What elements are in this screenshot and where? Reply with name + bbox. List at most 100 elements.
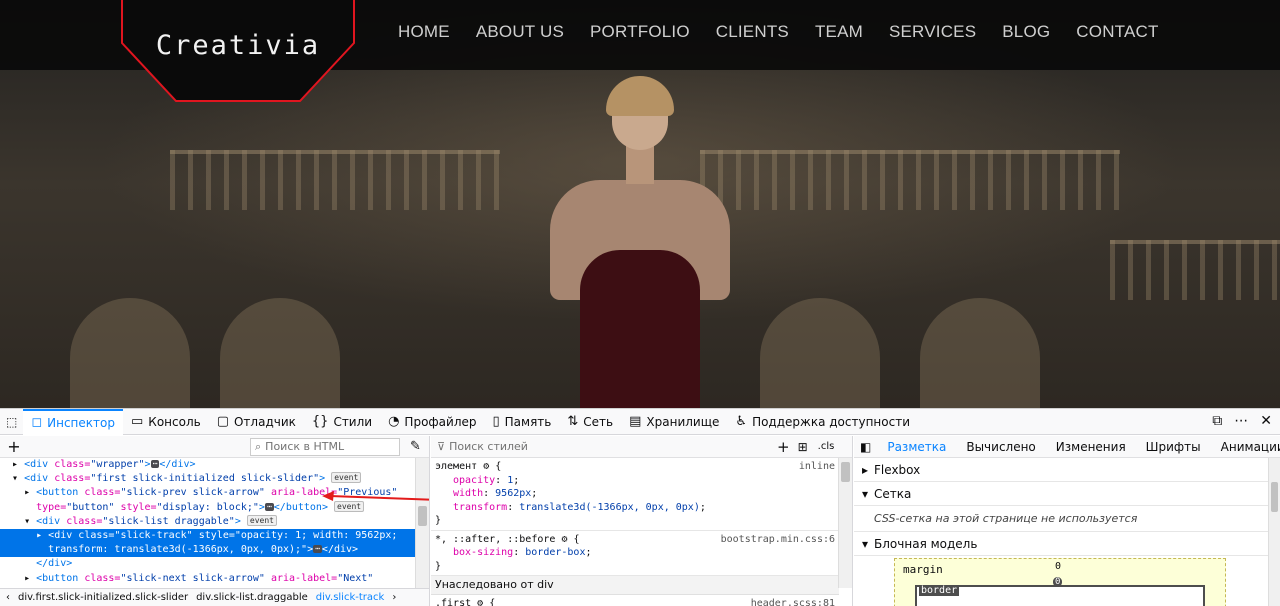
gear-icon[interactable]: ⚙	[477, 598, 483, 606]
accordion-box-model[interactable]: ▾ Блочная модель	[854, 532, 1280, 556]
html-tree[interactable]: ▸ <div class="wrapper"> ⋯ </div> ▾ <div cl…	[0, 458, 416, 588]
nav-home[interactable]: HOME	[385, 20, 463, 42]
tree-node[interactable]: </div>	[0, 557, 416, 571]
eyedropper-icon[interactable]: ✎	[410, 439, 421, 454]
tab-label: Память	[504, 414, 552, 429]
box-model-border[interactable]: border 0	[915, 577, 1205, 606]
tab-accessibility[interactable]: ♿ Поддержка доступности	[727, 409, 918, 435]
tab-debugger[interactable]: ▢ Отладчик	[209, 409, 304, 435]
more-options-icon[interactable]: ⋯	[1234, 413, 1248, 429]
balcony-railing	[700, 150, 1120, 210]
breadcrumb-forward-icon[interactable]: ›	[392, 592, 396, 603]
border-top-value[interactable]: 0	[1053, 577, 1063, 587]
accordion-flexbox[interactable]: ▸ Flexbox	[854, 458, 1280, 482]
tab-fonts[interactable]: Шрифты	[1136, 440, 1211, 454]
tab-network[interactable]: ⇅ Сеть	[559, 409, 621, 435]
rule-source-link[interactable]: bootstrap.min.css:6	[721, 533, 835, 547]
section-title: Flexbox	[874, 462, 921, 477]
collapse-arrow-icon: ▾	[862, 486, 869, 501]
tab-label: Консоль	[148, 414, 201, 429]
html-scrollbar[interactable]	[415, 458, 429, 588]
tree-node[interactable]: ▸ <div class="wrapper"> ⋯ </div>	[0, 458, 416, 472]
css-declaration[interactable]: transform: translate3d(-1366px, 0px, 0px…	[435, 501, 835, 515]
accordion-grid[interactable]: ▾ Сетка	[854, 482, 1280, 506]
rule-source: inline	[798, 461, 835, 472]
section-title: Сетка	[874, 486, 912, 501]
tab-console[interactable]: ▭ Консоль	[123, 409, 209, 435]
tab-label: Отладчик	[233, 414, 296, 429]
cls-toggle-button[interactable]: .cls	[818, 441, 835, 452]
rules-scrollbar[interactable]	[838, 458, 852, 588]
tab-animations[interactable]: Анимации	[1211, 440, 1280, 454]
rule-first: .first ⚙ { header.scss:81	[431, 595, 839, 606]
nav-clients[interactable]: CLIENTS	[703, 20, 802, 42]
event-badge[interactable]: event	[331, 472, 362, 484]
event-badge[interactable]: event	[246, 514, 277, 526]
rule-selector: *, ::after, ::before	[435, 533, 556, 545]
gear-icon[interactable]: ⚙	[561, 534, 567, 545]
tab-inspector[interactable]: ◻ Инспектор	[23, 408, 123, 435]
tree-node-selected[interactable]: ▸ <div class="slick-track" style="opacit…	[0, 528, 416, 544]
tree-node[interactable]: ▾ <div class="first slick-initialized sl…	[0, 472, 416, 486]
tree-node[interactable]: ▾ <div class="slick-list draggable"> eve…	[0, 514, 416, 529]
css-rules-list: элемент ⚙ { inline opacity: 1; width: 95…	[431, 458, 839, 606]
nav-portfolio[interactable]: PORTFOLIO	[577, 20, 703, 42]
memory-icon: ▯	[492, 414, 500, 429]
nav-blog[interactable]: BLOG	[989, 20, 1063, 42]
style-editor-icon: {}	[311, 414, 329, 429]
styles-search-placeholder: Поиск стилей	[449, 440, 528, 453]
tab-storage[interactable]: ▤ Хранилище	[621, 409, 727, 435]
toggle-sidebar-icon[interactable]: ◧	[854, 440, 877, 454]
nav-team[interactable]: TEAM	[802, 20, 876, 42]
css-declaration[interactable]: opacity: 1;	[435, 474, 835, 488]
rule-source-link[interactable]: header.scss:81	[751, 597, 835, 606]
breadcrumb-item-current[interactable]: div.slick-track	[316, 592, 385, 603]
css-declaration[interactable]: box-sizing: border-box;	[435, 546, 835, 560]
tab-label: Сеть	[583, 414, 614, 429]
tab-memory[interactable]: ▯ Память	[485, 409, 560, 435]
nav-contact[interactable]: CONTACT	[1063, 20, 1171, 42]
rule-selector: элемент	[435, 461, 478, 472]
toggle-pseudo-classes-icon[interactable]: ⊞	[798, 440, 808, 454]
grid-empty-message: CSS-сетка на этой странице не использует…	[854, 506, 1280, 532]
css-declaration[interactable]: width: 9562px;	[435, 487, 835, 501]
main-nav: HOME ABOUT US PORTFOLIO CLIENTS TEAM SER…	[385, 20, 1172, 42]
rule-element-inline: элемент ⚙ { inline opacity: 1; width: 95…	[431, 458, 839, 531]
tree-node[interactable]: ▸ <button class="slick-next slick-arrow"…	[0, 572, 416, 586]
add-node-icon[interactable]: +	[0, 437, 28, 456]
tree-node-selected-continuation: transform: translate3d(-1366px, 0px, 0px…	[0, 543, 416, 558]
styles-search-input[interactable]: ⊽ Поиск стилей	[431, 438, 769, 456]
breadcrumb-item[interactable]: div.first.slick-initialized.slick-slider	[18, 592, 188, 603]
site-logo[interactable]: Creativia	[120, 30, 356, 61]
breadcrumb-item[interactable]: div.slick-list.draggable	[196, 592, 308, 603]
box-model-margin[interactable]: margin 0 border 0	[894, 558, 1226, 606]
html-search-input[interactable]: ⌕ Поиск в HTML	[250, 437, 400, 456]
devtools-tabbar: ⬚ ◻ Инспектор ▭ Консоль ▢ Отладчик {} Ст…	[0, 408, 1280, 435]
layout-scrollbar[interactable]	[1268, 458, 1280, 606]
tab-label: Инспектор	[47, 415, 115, 430]
tab-changes[interactable]: Изменения	[1046, 440, 1136, 454]
annotation-arrow	[322, 491, 429, 501]
margin-top-value[interactable]: 0	[1055, 561, 1061, 572]
nav-about-us[interactable]: ABOUT US	[463, 20, 577, 42]
console-icon: ▭	[131, 414, 144, 429]
tab-label: Хранилище	[646, 414, 720, 429]
gear-icon[interactable]: ⚙	[483, 461, 489, 472]
tab-profiler[interactable]: ◔ Профайлер	[380, 409, 484, 435]
tab-layout[interactable]: Разметка	[877, 440, 956, 454]
element-picker-icon[interactable]: ⬚	[0, 409, 23, 435]
rule-universal: *, ::after, ::before ⚙ { bootstrap.min.c…	[431, 531, 839, 576]
devtools-window-controls: ⧉ ⋯ ✕	[1212, 413, 1272, 429]
nav-services[interactable]: SERVICES	[876, 20, 989, 42]
tab-computed[interactable]: Вычислено	[956, 440, 1045, 454]
breadcrumb: ‹ div.first.slick-initialized.slick-slid…	[0, 588, 429, 606]
section-title: Блочная модель	[874, 536, 978, 551]
dock-options-icon[interactable]: ⧉	[1212, 413, 1222, 429]
inherited-header: Унаследовано от div	[431, 576, 839, 595]
rules-pane: ⊽ Поиск стилей + ⊞ .cls элемент ⚙ { inli…	[431, 436, 853, 606]
close-icon[interactable]: ✕	[1260, 413, 1272, 429]
add-rule-icon[interactable]: +	[777, 438, 790, 456]
tab-style-editor[interactable]: {} Стили	[304, 409, 380, 435]
breadcrumb-back-icon[interactable]: ‹	[6, 592, 10, 603]
html-markup-pane: + ⌕ Поиск в HTML ✎ ▸ <div class="wrapper…	[0, 436, 430, 606]
